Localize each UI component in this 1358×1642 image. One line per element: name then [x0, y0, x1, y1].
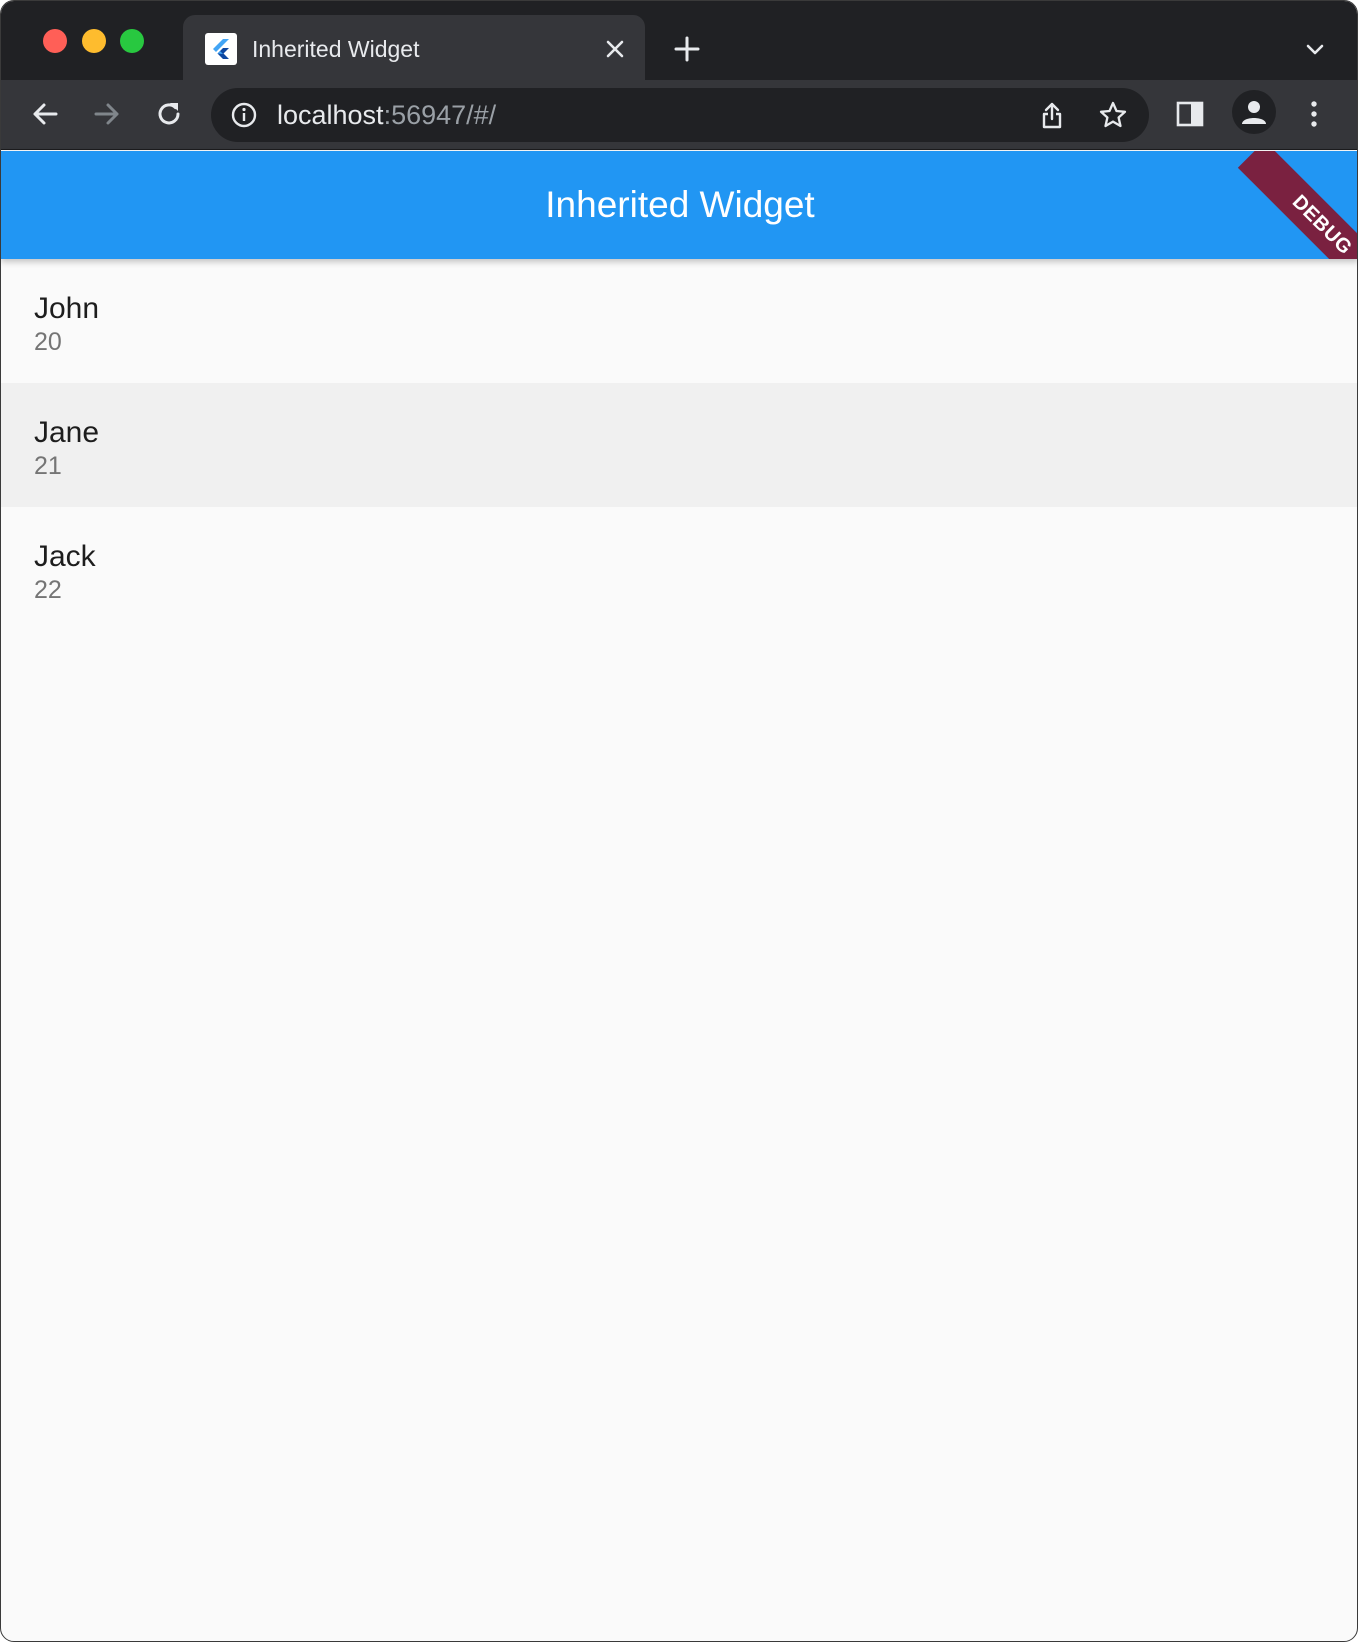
side-panel-icon[interactable] — [1172, 96, 1208, 132]
person-name: Jane — [34, 416, 100, 449]
star-icon[interactable] — [1098, 100, 1128, 130]
person-name: John — [34, 292, 100, 325]
arrow-left-icon[interactable] — [27, 96, 63, 132]
url-path: :56947/#/ — [383, 100, 497, 130]
plus-icon[interactable] — [671, 33, 703, 65]
tab-strip: Inherited Widget — [1, 1, 1357, 80]
person-age: 21 — [34, 452, 62, 480]
reload-icon[interactable] — [151, 96, 187, 132]
browser-toolbar: localhost:56947/#/ — [1, 80, 1357, 150]
share-icon[interactable] — [1037, 100, 1067, 130]
person-age: 20 — [34, 328, 62, 356]
url-host: localhost — [277, 100, 384, 130]
app-bar: Inherited Widget DEBUG — [1, 151, 1357, 259]
maximize-window-button[interactable] — [120, 29, 144, 53]
kebab-menu-icon[interactable] — [1296, 96, 1332, 132]
profile-icon[interactable] — [1232, 90, 1276, 134]
person-name: Jack — [34, 540, 96, 573]
chevron-down-icon[interactable] — [1301, 35, 1329, 63]
list-item[interactable]: Jack 22 — [1, 507, 1357, 631]
list-item[interactable]: Jane 21 — [1, 383, 1357, 507]
list-item[interactable]: John 20 — [1, 259, 1357, 383]
browser-tab-active[interactable]: Inherited Widget — [183, 15, 645, 80]
url-text[interactable]: localhost:56947/#/ — [277, 99, 496, 131]
page-title: Inherited Widget — [545, 184, 815, 225]
people-list: John 20 Jane 21 Jack 22 — [1, 259, 1357, 631]
minimize-window-button[interactable] — [82, 29, 106, 53]
close-icon[interactable] — [601, 35, 629, 63]
arrow-right-icon[interactable] — [89, 96, 125, 132]
flutter-logo-icon — [205, 33, 237, 65]
close-window-button[interactable] — [43, 29, 67, 53]
person-age: 22 — [34, 576, 62, 604]
tab-title: Inherited Widget — [252, 36, 420, 62]
address-bar[interactable]: localhost:56947/#/ — [211, 88, 1149, 142]
browser-window: Inherited Widget localhost:56947/#/ Inhe… — [0, 0, 1358, 1642]
info-icon[interactable] — [229, 100, 259, 130]
